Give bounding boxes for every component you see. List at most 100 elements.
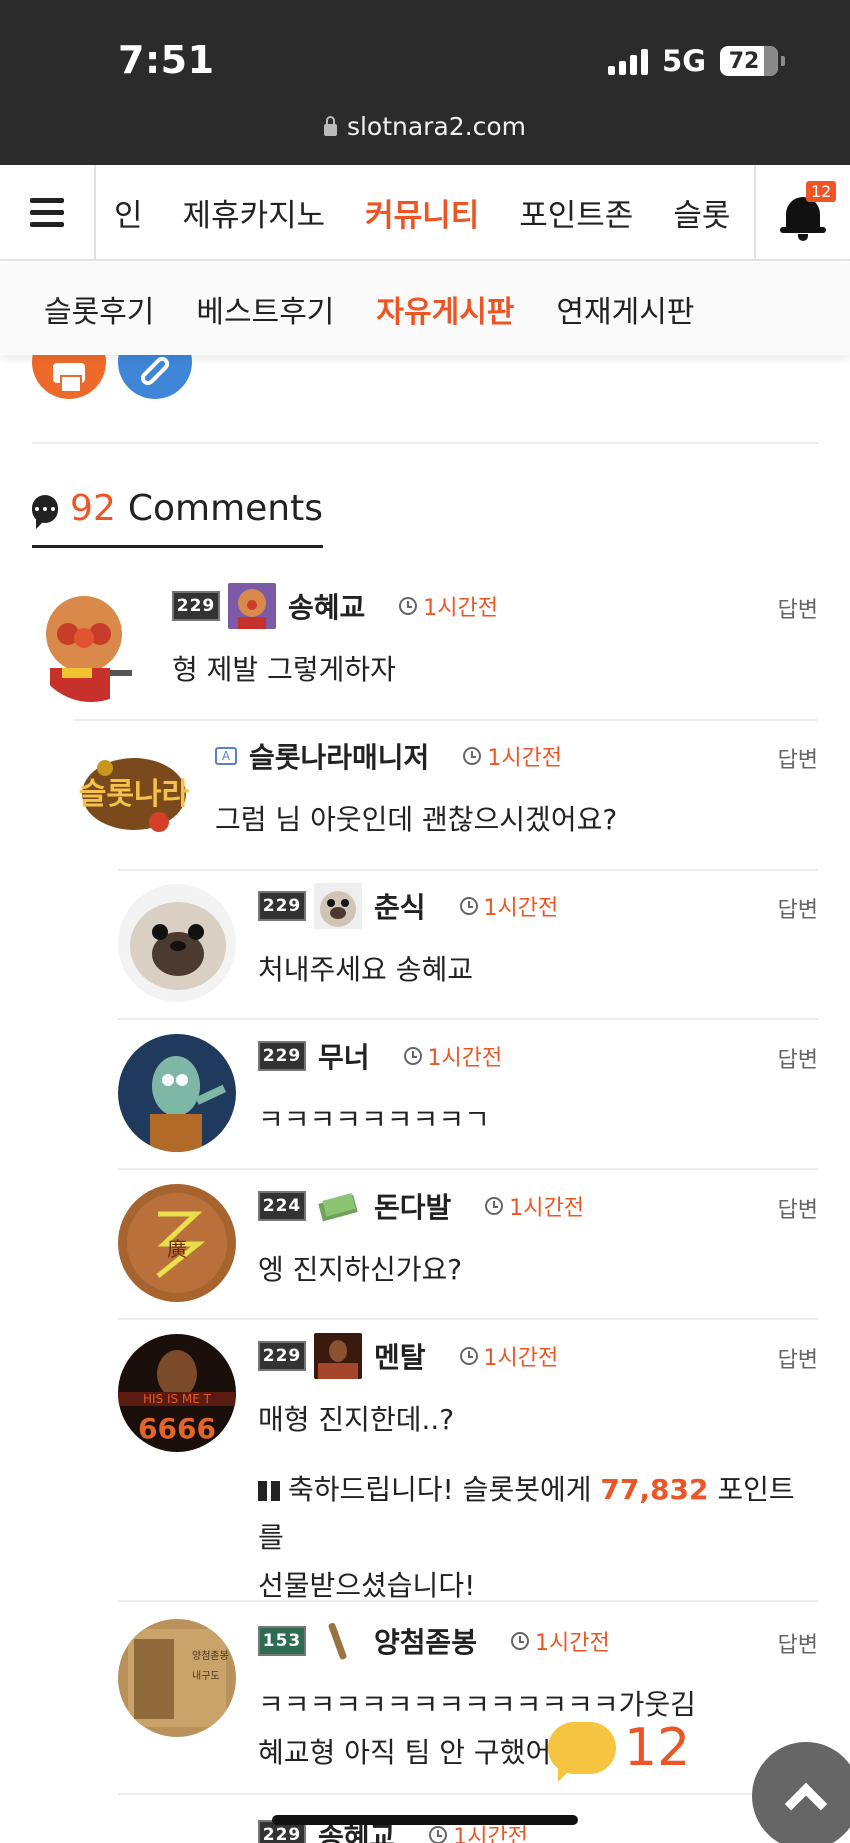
gift-notice: 축하드립니다! 슬롯봇에게 77,832 포인트를 선물받으셨습니다!: [258, 1473, 795, 1602]
gift-points: 77,832: [600, 1473, 709, 1506]
level-badge: 224: [258, 1191, 306, 1221]
nav-items: 인 제휴카지노 커뮤니티 포인트존 슬롯: [96, 165, 754, 259]
timestamp: 1시간전: [459, 890, 558, 922]
notification-badge: 12: [806, 181, 837, 202]
gift-icon: [258, 1481, 280, 1501]
svg-text:HIS IS ME T: HIS IS ME T: [143, 1392, 212, 1406]
timestamp: 1시간전: [463, 740, 562, 772]
reply-button[interactable]: 답변: [778, 1627, 818, 1659]
avatar: 양첨졷봉내구도: [118, 1619, 236, 1737]
comment-text: 엥 진지하신가요?: [258, 1253, 463, 1286]
comment-meta: 229 멘탈 1시간전: [258, 1330, 558, 1382]
reply-button[interactable]: 답변: [778, 742, 818, 774]
battery-level: 72: [728, 48, 760, 74]
comment-item: 슬롯나라 A 슬롯나라매니저 1시간전 답변 그럼 님 아웃인데 괜찮으시겠어요…: [75, 720, 818, 870]
scroll-to-top-button[interactable]: [752, 1742, 850, 1843]
level-badge: 229: [258, 1041, 306, 1071]
level-badge: 153: [258, 1626, 306, 1656]
nav-item-partner-casino[interactable]: 제휴카지노: [183, 190, 326, 235]
admin-badge-icon: A: [215, 747, 237, 765]
hamburger-menu-icon[interactable]: [0, 165, 96, 259]
comment-text: 그럼 님 아웃인데 괜찮으시겠어요?: [215, 803, 618, 836]
divider: [32, 442, 818, 444]
timestamp: 1시간전: [399, 590, 498, 622]
nickname[interactable]: 무너: [318, 1036, 370, 1076]
nav-item-partial[interactable]: 인: [114, 190, 143, 235]
avatar: [118, 884, 236, 1002]
avatar: HIS IS ME T 6666: [118, 1334, 236, 1452]
avatar: 슬롯나라: [75, 734, 193, 852]
comment-item: HIS IS ME T 6666 229 멘탈 1시간전 답변 매형 진지한데..…: [118, 1320, 818, 1602]
nickname[interactable]: 돈다발: [374, 1186, 451, 1226]
nickname[interactable]: 멘탈: [374, 1336, 426, 1376]
comments-label: Comments: [127, 488, 323, 529]
bat-icon: [314, 1618, 362, 1664]
clock-icon: [485, 1197, 504, 1215]
clock-icon: [463, 747, 482, 765]
home-indicator: [272, 1815, 578, 1825]
clock-icon: [459, 1347, 478, 1365]
address-bar[interactable]: slotnara2.com: [0, 112, 850, 141]
comment-text-line2: 혜교형 아직 팀 안 구했어: [258, 1736, 552, 1769]
avatar: [32, 584, 150, 702]
user-icon: [314, 883, 362, 929]
signal-icon: [608, 47, 649, 75]
comment-text: 형 제발 그렇게하자: [172, 653, 396, 686]
lock-icon: [323, 116, 337, 136]
svg-text:슬롯나라: 슬롯나라: [79, 777, 190, 812]
status-indicators: 5G 72: [608, 44, 785, 78]
reply-button[interactable]: 답변: [778, 892, 818, 924]
svg-text:내구도: 내구도: [192, 1670, 220, 1682]
nickname[interactable]: 양첨졷봉: [374, 1621, 477, 1661]
nav-item-slot[interactable]: 슬롯: [673, 190, 730, 235]
nickname[interactable]: 송혜교: [288, 586, 365, 626]
comment-text: ㅋㅋㅋㅋㅋㅋㅋㅋㄱ: [258, 1103, 490, 1136]
reply-button[interactable]: 답변: [778, 1342, 818, 1374]
bell-icon: [780, 197, 826, 241]
timestamp: 1시간전: [459, 1340, 558, 1372]
tab-series-board[interactable]: 연재게시판: [556, 287, 694, 331]
comment-meta: 229 춘식 1시간전: [258, 880, 558, 932]
floating-comment-button[interactable]: 12: [548, 1718, 691, 1782]
url-text: slotnara2.com: [346, 112, 527, 141]
gift-notice-line2: 선물받으셨습니다!: [258, 1569, 476, 1602]
level-badge: 229: [172, 591, 220, 621]
timestamp: 1시간전: [403, 1040, 502, 1072]
tab-free-board[interactable]: 자유게시판: [376, 287, 514, 331]
reply-button[interactable]: 답변: [778, 1042, 818, 1074]
comment-bubble-icon: [32, 494, 59, 529]
floating-comment-count: 12: [624, 1718, 691, 1778]
clock-icon: [403, 1047, 422, 1065]
comment-item: 양첨졷봉내구도 153 양첨졷봉 1시간전 답변 ㅋㅋㅋㅋㅋㅋㅋㅋㅋㅋㅋㅋㅋㅋ가…: [118, 1605, 818, 1795]
comment-bubble-icon: [548, 1722, 616, 1782]
nav-item-community[interactable]: 커뮤니티: [365, 190, 479, 235]
timestamp: 1시간전: [485, 1190, 584, 1222]
comment-text: 처내주세요 송혜교: [258, 953, 473, 986]
tab-best-review[interactable]: 베스트후기: [196, 287, 334, 331]
chevron-up-icon: [784, 1782, 828, 1826]
top-nav: 인 제휴카지노 커뮤니티 포인트존 슬롯 12: [0, 165, 850, 261]
notification-button[interactable]: 12: [754, 165, 850, 259]
svg-text:양첨졷봉: 양첨졷봉: [192, 1650, 229, 1662]
tab-slot-review[interactable]: 슬롯후기: [44, 287, 154, 331]
user-icon: [228, 583, 276, 629]
clock-icon: [459, 897, 478, 915]
nickname[interactable]: 슬롯나라매니저: [249, 736, 429, 776]
level-badge: 229: [258, 891, 306, 921]
nav-item-point-zone[interactable]: 포인트존: [519, 190, 633, 235]
battery-icon: 72: [720, 46, 785, 76]
nickname[interactable]: 춘식: [374, 886, 426, 926]
clock-icon: [429, 1826, 448, 1843]
status-bar: 7:51 5G 72 slotnara2.com: [0, 0, 850, 165]
timestamp: 1시간전: [511, 1625, 610, 1657]
comment-meta: 229 송혜교 1시간전: [172, 580, 498, 632]
reply-button[interactable]: 답변: [778, 1192, 818, 1224]
comment-text: ㅋㅋㅋㅋㅋㅋㅋㅋㅋㅋㅋㅋㅋㅋ가웃김: [258, 1688, 696, 1721]
reply-button[interactable]: 답변: [778, 592, 818, 624]
avatar: [118, 1034, 236, 1152]
level-badge: 229: [258, 1341, 306, 1371]
avatar: 廣: [118, 1184, 236, 1302]
comment-item: 廣 224 돈다발 1시간전 답변 엥 진지하신가요?: [118, 1170, 818, 1320]
user-icon: [314, 1333, 362, 1379]
comment-meta: 153 양첨졷봉 1시간전: [258, 1615, 610, 1667]
